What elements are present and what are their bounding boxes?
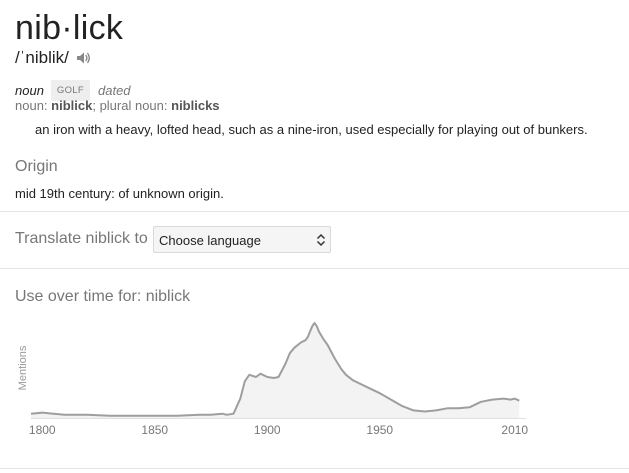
x-tick-label: 1800 <box>29 423 56 437</box>
language-select[interactable]: Choose language <box>153 226 331 253</box>
x-tick-label: 1900 <box>254 423 281 437</box>
x-tick-label: 1850 <box>141 423 168 437</box>
usage-chart: 1800 1850 1900 1950 2010 Mentions <box>17 322 528 437</box>
updown-arrows-icon <box>316 233 326 247</box>
chart-title: Use over time for: niblick <box>15 288 191 305</box>
translate-label: Translate niblick to <box>15 230 148 247</box>
forms-prefix: noun: <box>15 98 52 113</box>
part-of-speech: noun <box>15 82 44 98</box>
definition: an iron with a heavy, lofted head, such … <box>35 122 588 137</box>
register-label: dated <box>98 82 131 98</box>
forms-separator: ; plural noun: <box>92 98 172 113</box>
speaker-icon[interactable] <box>75 50 91 66</box>
form-plural: niblicks <box>171 98 220 113</box>
x-tick-label: 2010 <box>501 423 528 437</box>
y-axis-label: Mentions <box>17 345 29 390</box>
origin-text: mid 19th century: of unknown origin. <box>15 186 224 201</box>
series-area <box>31 323 520 418</box>
headword: nib·lick <box>15 9 124 47</box>
pronunciation-row: /ˈniblik/ <box>15 48 91 68</box>
divider <box>0 268 629 269</box>
divider <box>0 468 629 469</box>
language-select-value: Choose language <box>159 233 261 248</box>
x-tick-label: 1950 <box>366 423 393 437</box>
divider <box>0 211 629 212</box>
origin-title: Origin <box>15 158 58 175</box>
form-singular: niblick <box>51 98 93 113</box>
word-forms: noun: niblick; plural noun: niblicks <box>15 98 220 114</box>
pronunciation: /ˈniblik/ <box>15 48 69 67</box>
